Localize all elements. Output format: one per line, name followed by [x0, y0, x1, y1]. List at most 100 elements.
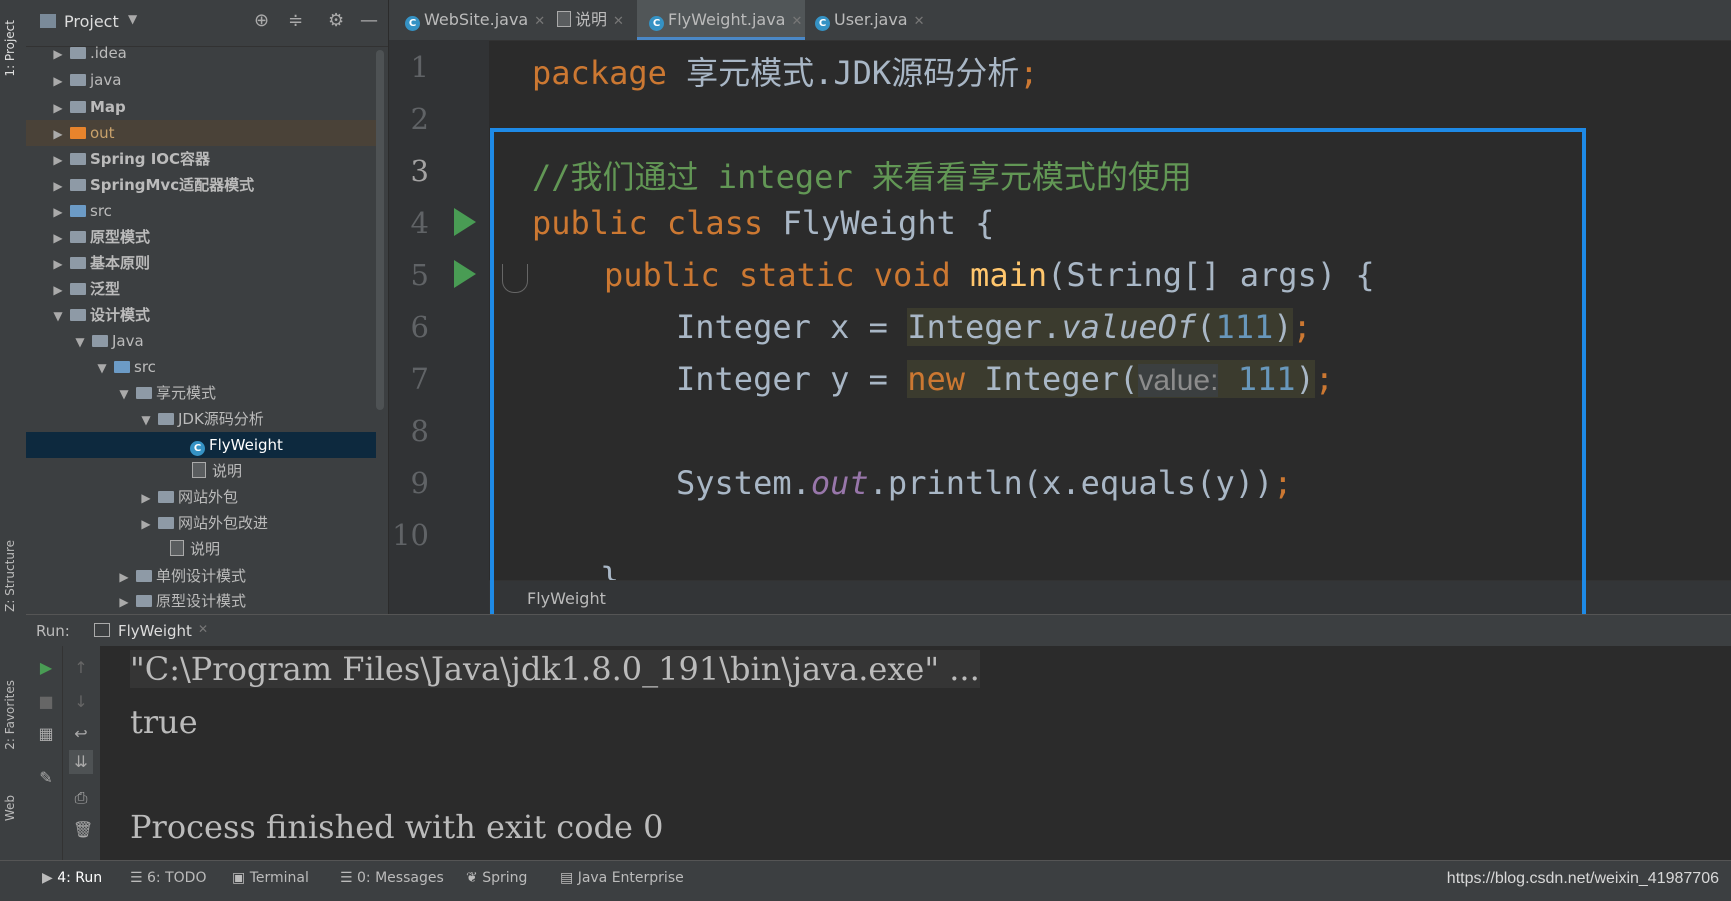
close-icon[interactable]: ✕	[914, 14, 925, 29]
tree-item-prototype-design[interactable]: ▶ 原型设计模式	[26, 588, 376, 614]
tree-item-out[interactable]: ▶ out	[26, 120, 376, 146]
tab-readme[interactable]: 说明 ✕	[549, 0, 637, 40]
web-tool-tab[interactable]: Web	[3, 795, 17, 821]
gear-icon[interactable]: ⚙	[328, 10, 344, 31]
locate-icon[interactable]: ⊕	[254, 10, 269, 31]
list-icon: ☰	[130, 870, 148, 886]
chevron-right-icon[interactable]: ▶	[50, 277, 66, 303]
collapse-all-icon[interactable]: ≑	[288, 10, 303, 31]
chevron-right-icon[interactable]: ▶	[50, 121, 66, 147]
module-folder-icon	[70, 231, 86, 243]
project-scrollbar[interactable]	[376, 50, 384, 410]
minimize-icon[interactable]: —	[360, 10, 378, 31]
layout-icon[interactable]: ▦	[38, 726, 54, 742]
chevron-right-icon[interactable]: ▶	[50, 173, 66, 199]
chevron-right-icon[interactable]: ▶	[116, 564, 132, 590]
project-tool-tab[interactable]: 1: Project	[3, 20, 17, 77]
tree-item-java-dir[interactable]: ▼ Java	[26, 328, 376, 354]
tab-messages[interactable]: ☰ 0: Messages	[340, 868, 444, 888]
chevron-down-icon[interactable]: ▼	[50, 303, 66, 329]
tree-item-map[interactable]: ▶ Map	[26, 94, 376, 120]
chevron-right-icon[interactable]: ▶	[50, 147, 66, 173]
package-icon	[136, 387, 152, 399]
rerun-icon[interactable]: ▶	[38, 660, 54, 676]
tab-spring[interactable]: ❦ Spring	[466, 868, 527, 888]
tree-item-generics[interactable]: ▶ 泛型	[26, 276, 376, 302]
tab-terminal[interactable]: ▣ Terminal	[232, 868, 309, 888]
favorites-tool-tab[interactable]: 2: Favorites	[3, 680, 17, 750]
chevron-right-icon[interactable]: ▶	[50, 251, 66, 277]
scroll-to-end-icon[interactable]: ⇊	[69, 750, 93, 774]
tab-java-enterprise[interactable]: ▤ Java Enterprise	[560, 868, 684, 888]
package-icon	[158, 517, 174, 529]
tab-label: Terminal	[249, 870, 309, 886]
tree-item-jdk-analysis[interactable]: ▼ JDK源码分析	[26, 406, 376, 432]
tree-item-readme-2[interactable]: 说明	[26, 536, 376, 562]
arrow-up-icon[interactable]: ↑	[73, 660, 89, 676]
chevron-down-icon[interactable]: ▼	[94, 355, 110, 381]
trash-icon[interactable]: 🗑	[73, 822, 93, 838]
spring-leaf-icon: ❦	[466, 870, 483, 886]
chevron-down-icon[interactable]: ▼	[116, 381, 132, 407]
chevron-down-icon[interactable]: ▼	[72, 329, 88, 355]
tab-run[interactable]: ▶ 4: Run	[42, 868, 102, 888]
run-class-icon[interactable]	[454, 208, 476, 236]
close-icon[interactable]: ✕	[534, 14, 545, 29]
source-folder-icon	[70, 205, 86, 217]
tree-item-singleton[interactable]: ▶ 单例设计模式	[26, 563, 376, 589]
close-icon[interactable]: ✕	[198, 622, 208, 636]
folder-icon	[70, 74, 86, 86]
pin-icon[interactable]: ✎	[38, 770, 54, 786]
chevron-right-icon[interactable]: ▶	[138, 511, 154, 537]
tree-item-springmvc[interactable]: ▶ SpringMvc适配器模式	[26, 172, 376, 198]
tree-item-website[interactable]: ▶ 网站外包	[26, 484, 376, 510]
text-file-icon	[557, 11, 571, 27]
chevron-right-icon[interactable]: ▶	[138, 485, 154, 511]
tree-item-website-improved[interactable]: ▶ 网站外包改进	[26, 510, 376, 536]
tree-item-java[interactable]: ▶ java	[26, 67, 376, 93]
arrow-down-icon[interactable]: ↓	[73, 694, 89, 710]
tree-item-design-patterns[interactable]: ▼ 设计模式	[26, 302, 376, 328]
tab-label: User.java	[834, 10, 908, 29]
package-icon	[158, 491, 174, 503]
tree-item-spring-ioc[interactable]: ▶ Spring IOC容器	[26, 146, 376, 172]
chevron-right-icon[interactable]: ▶	[50, 199, 66, 225]
tree-item-prototype[interactable]: ▶ 原型模式	[26, 224, 376, 250]
stop-icon[interactable]: ■	[38, 694, 54, 710]
tree-item-readme[interactable]: 说明	[26, 458, 376, 484]
tree-item-src-dir[interactable]: ▼ src	[26, 354, 376, 380]
keyword: package	[532, 54, 667, 92]
tree-item-flyweight-pkg[interactable]: ▼ 享元模式	[26, 380, 376, 406]
run-main-icon[interactable]	[454, 260, 476, 288]
tree-item-flyweight-class[interactable]: C FlyWeight	[26, 432, 376, 458]
tab-user-java[interactable]: C User.java ✕	[803, 0, 931, 40]
tab-flyweight-java[interactable]: C FlyWeight.java ✕	[637, 0, 805, 40]
line-number: 2	[410, 102, 429, 136]
tree-item-src[interactable]: ▶ src	[26, 198, 376, 224]
tree-item-label: 网站外包改进	[178, 514, 269, 532]
module-folder-icon	[70, 179, 86, 191]
tab-todo[interactable]: ☰ 6: TODO	[130, 868, 206, 888]
run-tab-flyweight[interactable]: FlyWeight	[118, 622, 192, 640]
tree-item-principles[interactable]: ▶ 基本原则	[26, 250, 376, 276]
close-icon[interactable]: ✕	[613, 14, 624, 29]
chevron-down-icon[interactable]: ▼	[128, 12, 137, 26]
chevron-down-icon[interactable]: ▼	[138, 407, 154, 433]
structure-tool-tab[interactable]: Z: Structure	[3, 540, 17, 612]
print-icon[interactable]: ⎙	[73, 790, 89, 806]
console-icon	[94, 623, 110, 637]
chevron-right-icon[interactable]: ▶	[50, 68, 66, 94]
chevron-right-icon[interactable]: ▶	[50, 95, 66, 121]
code-line-1[interactable]: package 享元模式.JDK源码分析;	[532, 48, 1038, 94]
chevron-right-icon[interactable]: ▶	[50, 41, 66, 67]
close-icon[interactable]: ✕	[791, 14, 802, 29]
soft-wrap-icon[interactable]: ↩	[73, 726, 89, 742]
chevron-right-icon[interactable]: ▶	[50, 225, 66, 251]
text-file-icon	[192, 462, 206, 478]
tab-website-java[interactable]: C WebSite.java ✕	[393, 0, 551, 40]
java-class-icon: C	[190, 441, 205, 456]
chevron-right-icon[interactable]: ▶	[116, 589, 132, 615]
project-panel-title[interactable]: Project	[64, 12, 119, 31]
run-toolbar-secondary: ↑ ↓ ↩ ⇊ ⎙ 🗑	[62, 646, 101, 860]
tree-item-idea[interactable]: ▶ .idea	[26, 40, 376, 66]
